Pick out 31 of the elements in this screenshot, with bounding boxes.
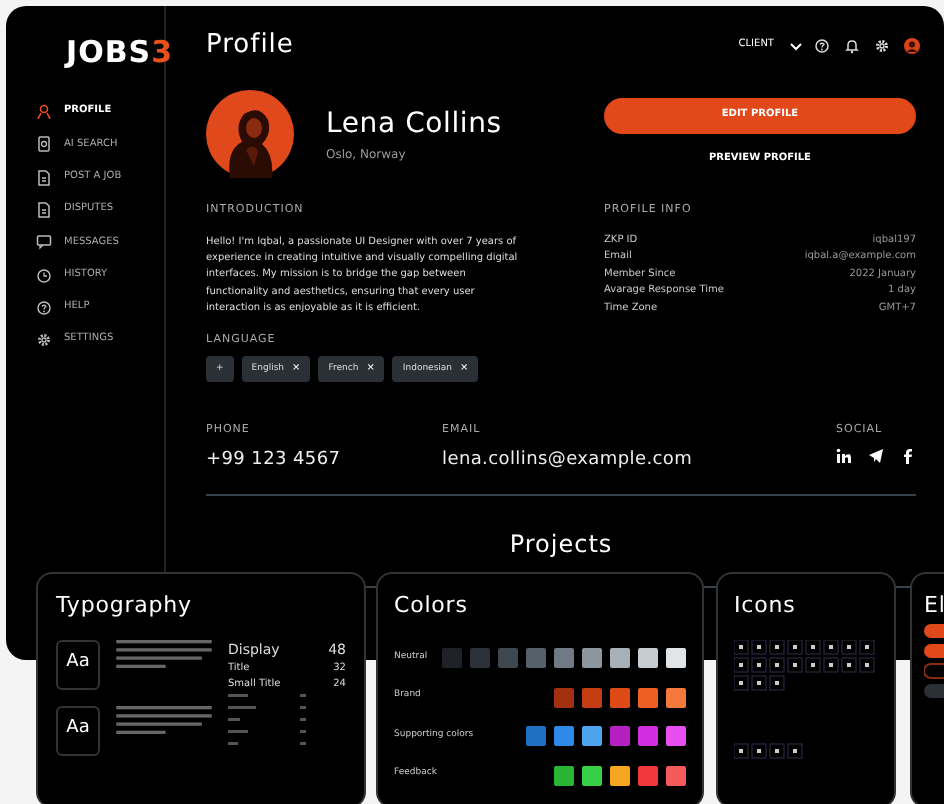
help-icon bbox=[36, 299, 52, 316]
settings-icon bbox=[36, 332, 52, 349]
font-sample: Aa bbox=[56, 705, 100, 755]
bell-icon[interactable] bbox=[844, 37, 860, 54]
profile-name: Lena Collins bbox=[326, 105, 502, 143]
clock-icon bbox=[36, 267, 52, 284]
card-title: Icons bbox=[734, 590, 798, 622]
document-search-icon bbox=[36, 136, 52, 153]
type-scale-drawing bbox=[228, 693, 308, 745]
help-icon[interactable] bbox=[814, 37, 830, 54]
linkedin-icon[interactable] bbox=[836, 447, 852, 464]
avatar[interactable] bbox=[904, 37, 920, 54]
person-icon bbox=[36, 104, 52, 121]
chat-icon bbox=[36, 234, 52, 251]
document-icon bbox=[36, 169, 52, 186]
icon-grid-drawing bbox=[734, 639, 878, 759]
facebook-icon[interactable] bbox=[900, 447, 916, 464]
card-title: Typography bbox=[56, 590, 194, 622]
document-icon bbox=[36, 202, 52, 219]
paper-plane-icon[interactable] bbox=[868, 447, 884, 464]
section-title: Projects bbox=[507, 528, 615, 563]
card-title: El bbox=[924, 590, 944, 622]
text-lines-drawing bbox=[116, 705, 212, 733]
page-title: Profile bbox=[206, 28, 294, 64]
phone-number: +99 123 4567 bbox=[206, 447, 343, 474]
caret-icon bbox=[788, 37, 804, 54]
email-address: lena.collins@example.com bbox=[442, 447, 695, 474]
text-lines-drawing bbox=[116, 639, 212, 667]
font-sample: Aa bbox=[56, 639, 100, 689]
settings-icon[interactable] bbox=[874, 37, 890, 54]
card-title: Colors bbox=[394, 590, 470, 622]
